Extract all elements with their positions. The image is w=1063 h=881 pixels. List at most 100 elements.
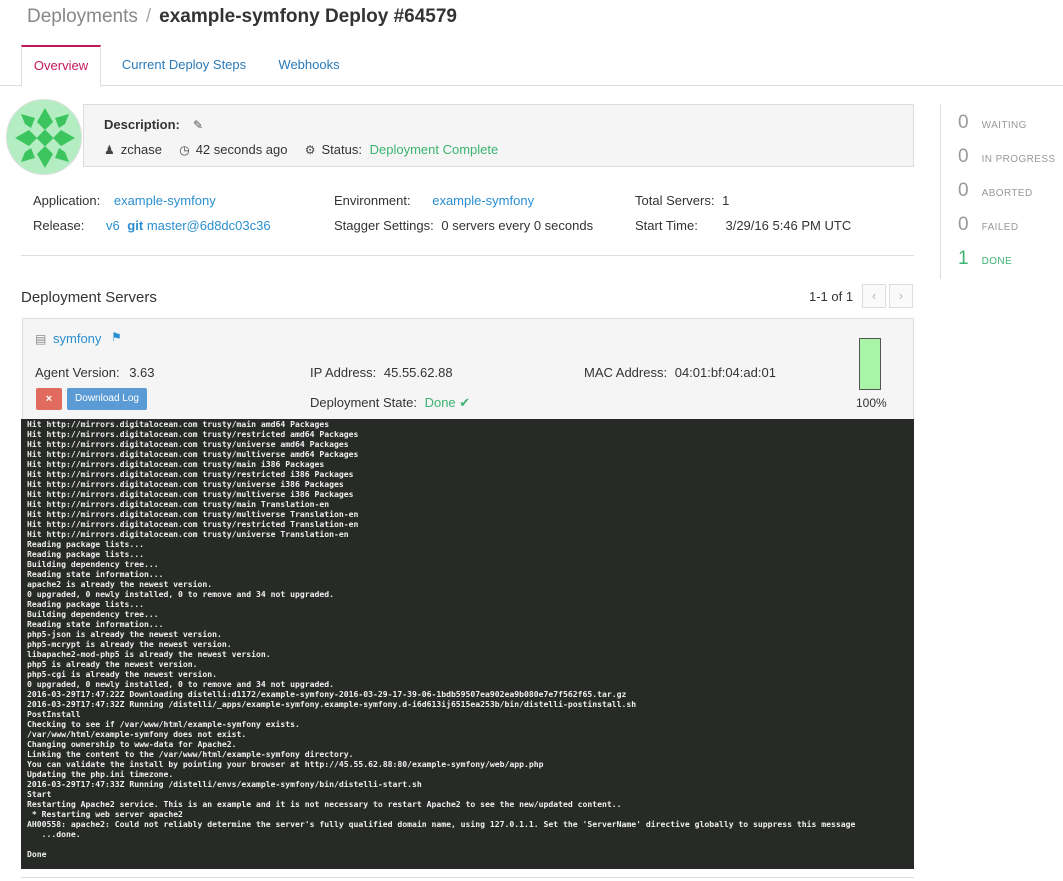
abort-button[interactable]: ×	[36, 388, 62, 410]
log-line: php5-mcrypt is already the newest versio…	[27, 639, 232, 649]
log-line: Hit http://mirrors.digitalocean.com trus…	[27, 419, 330, 429]
prev-page-button[interactable]: ‹	[862, 284, 886, 308]
description-panel: Description: ✎ ♟ zchase ◷ 42 seconds ago ⚙…	[83, 104, 914, 167]
log-line: Reading state information...	[27, 619, 164, 629]
clock-icon: ◷	[179, 143, 190, 157]
environment-link[interactable]: example-symfony	[432, 193, 534, 208]
log-line: Hit http://mirrors.digitalocean.com trus…	[27, 509, 359, 519]
log-line: Hit http://mirrors.digitalocean.com trus…	[27, 429, 359, 439]
divider	[21, 255, 914, 256]
breadcrumb: Deployments / example-symfony Deploy #6457…	[27, 6, 457, 28]
stat-waiting-label: WAITING	[981, 120, 1027, 131]
log-line: AH00558: apache2: Could not reliably det…	[27, 819, 856, 829]
log-line: Building dependency tree...	[27, 559, 159, 569]
download-log-button[interactable]: Download Log	[67, 388, 147, 410]
log-line: /var/www/html/example-symfony does not e…	[27, 729, 247, 739]
breadcrumb-deployments[interactable]: Deployments	[27, 6, 138, 27]
server-panel: ▤ symfony ⚑ Agent Version: 3.63 IP Addre…	[22, 318, 914, 421]
progress-label: 100%	[856, 396, 887, 410]
log-line: 2016-03-29T17:47:32Z Running /distelli/_…	[27, 699, 637, 709]
divider	[21, 877, 914, 878]
agent-version-label: Agent Version:	[35, 365, 120, 380]
log-line: Hit http://mirrors.digitalocean.com trus…	[27, 489, 354, 499]
deploy-meta: ♟ zchase ◷ 42 seconds ago ⚙ Status: Deploym…	[104, 142, 498, 157]
application-link[interactable]: example-symfony	[114, 193, 216, 208]
stagger-label: Stagger Settings:	[334, 218, 434, 233]
total-servers-info: Total Servers: 1	[635, 193, 729, 208]
progress-bar	[859, 338, 881, 390]
log-line: Hit http://mirrors.digitalocean.com trus…	[27, 439, 349, 449]
total-servers-value: 1	[722, 193, 730, 208]
log-line: Start	[27, 789, 52, 799]
total-servers-label: Total Servers:	[635, 193, 715, 208]
stat-in-progress-label: IN PROGRESS	[981, 154, 1056, 165]
environment-info: Environment: example-symfony	[334, 193, 534, 208]
stat-failed-count: 0	[958, 214, 969, 235]
commit-link[interactable]: master@6d8dc03c36	[147, 218, 271, 233]
status-value: Deployment Complete	[369, 142, 499, 157]
log-line: Checking to see if /var/www/html/example…	[27, 719, 300, 729]
log-line: Updating the php.ini timezone.	[27, 769, 174, 779]
stat-aborted-label: ABORTED	[981, 188, 1033, 199]
deployment-state-label: Deployment State:	[310, 395, 417, 410]
stat-aborted-count: 0	[958, 180, 969, 201]
user-icon: ♟	[104, 143, 115, 157]
section-title: Deployment Servers	[21, 289, 157, 306]
status-summary: 0 WAITING 0 IN PROGRESS 0 ABORTED 0 FAIL…	[940, 104, 1063, 279]
mac-address: MAC Address: 04:01:bf:04:ad:01	[584, 365, 776, 380]
stagger-value: 0 servers every 0 seconds	[441, 218, 594, 233]
release-link[interactable]: v6	[106, 218, 120, 233]
log-line: Hit http://mirrors.digitalocean.com trus…	[27, 529, 349, 539]
stat-failed-label: FAILED	[981, 222, 1019, 233]
server-icon: ▤	[35, 332, 47, 346]
git-icon: git	[127, 218, 144, 233]
log-line: Reading package lists...	[27, 539, 144, 549]
progress-fill	[860, 339, 880, 389]
log-line: 2016-03-29T17:47:33Z Running /distelli/e…	[27, 779, 422, 789]
edit-icon[interactable]: ✎	[193, 118, 203, 132]
page-title: example-symfony Deploy #64579	[159, 6, 457, 27]
release-label: Release:	[33, 218, 85, 233]
tab-webhooks[interactable]: Webhooks	[268, 45, 350, 86]
tag-icon[interactable]: ⚑	[111, 330, 122, 344]
log-line: PostInstall	[27, 709, 81, 719]
deploy-log: Hit http://mirrors.digitalocean.com trus…	[21, 419, 914, 869]
mac-label: MAC Address:	[584, 365, 668, 380]
check-icon: ✔	[459, 395, 471, 410]
log-line: Hit http://mirrors.digitalocean.com trus…	[27, 459, 325, 469]
stat-failed: 0 FAILED	[958, 214, 1018, 236]
stat-done-count: 1	[958, 248, 969, 269]
log-line: Reading state information...	[27, 569, 164, 579]
tab-overview[interactable]: Overview	[21, 45, 101, 87]
deploy-time: 42 seconds ago	[195, 142, 288, 157]
environment-label: Environment:	[334, 193, 411, 208]
cogs-icon: ⚙	[304, 143, 316, 157]
agent-version-value: 3.63	[129, 365, 155, 380]
tab-current-deploy-steps[interactable]: Current Deploy Steps	[113, 45, 255, 86]
log-line: php5-cgi is already the newest version.	[27, 669, 218, 679]
log-line: Building dependency tree...	[27, 609, 159, 619]
agent-version: Agent Version: 3.63	[35, 365, 155, 380]
log-line: Reading package lists...	[27, 549, 144, 559]
log-line: Restarting Apache2 service. This is an e…	[27, 799, 622, 809]
stat-in-progress: 0 IN PROGRESS	[958, 146, 1055, 168]
start-time-label: Start Time:	[635, 218, 698, 233]
log-line: 0 upgraded, 0 newly installed, 0 to remo…	[27, 679, 334, 689]
log-line: Linking the content to the /var/www/html…	[27, 749, 354, 759]
server-name-link[interactable]: symfony	[53, 331, 101, 346]
breadcrumb-separator: /	[145, 6, 152, 27]
log-line: Hit http://mirrors.digitalocean.com trus…	[27, 479, 344, 489]
stat-waiting: 0 WAITING	[958, 112, 1027, 134]
stagger-info: Stagger Settings: 0 servers every 0 seco…	[334, 218, 593, 233]
start-time-value: 3/29/16 5:46 PM UTC	[725, 218, 852, 233]
log-line: php5-json is already the newest version.	[27, 629, 222, 639]
log-line: Hit http://mirrors.digitalocean.com trus…	[27, 469, 354, 479]
ip-address: IP Address: 45.55.62.88	[310, 365, 453, 380]
log-line: apache2 is already the newest version.	[27, 579, 213, 589]
ip-label: IP Address:	[310, 365, 377, 380]
log-line: You can validate the install by pointing…	[27, 759, 544, 769]
next-page-button[interactable]: ›	[889, 284, 913, 308]
deployment-state: Deployment State: Done ✔	[310, 395, 470, 411]
release-info: Release: v6 git master@6d8dc03c36	[33, 218, 271, 233]
stat-done-label: DONE	[981, 256, 1013, 267]
